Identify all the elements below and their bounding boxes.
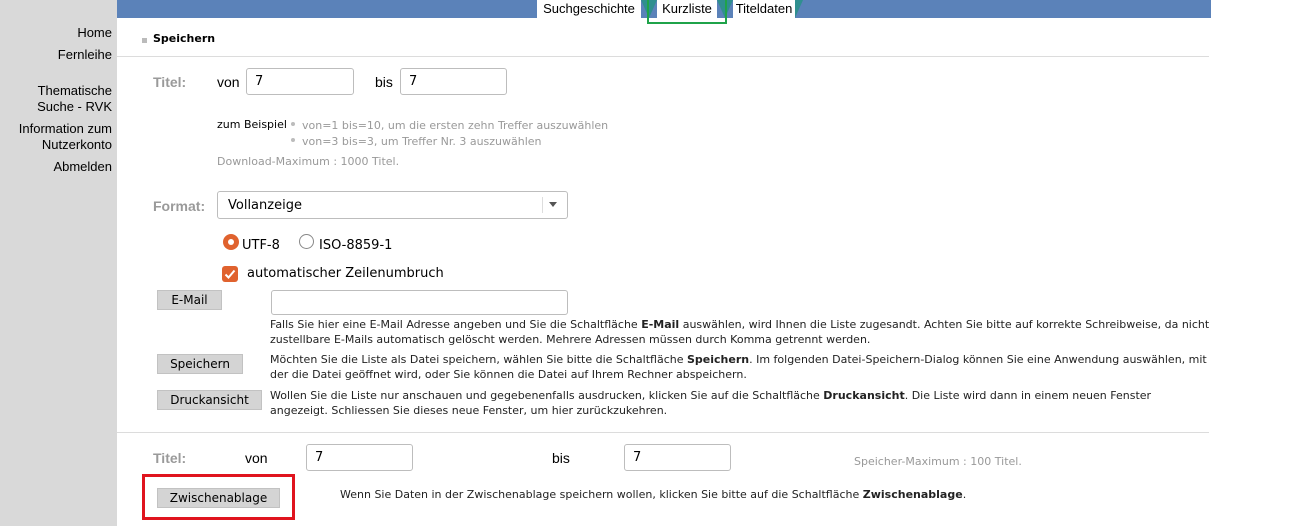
format-selected-value: Vollanzeige (228, 198, 302, 213)
clipboard-desc-text: Wenn Sie Daten in der Zwischenablage spe… (340, 488, 863, 501)
titel-label: Titel: (153, 74, 187, 90)
von-label: von (217, 74, 240, 90)
email-desc-bold: E-Mail (641, 318, 680, 331)
print-preview-button[interactable]: Druckansicht (157, 390, 262, 410)
example-line-2: von=3 bis=3, um Treffer Nr. 3 auszuwähle… (302, 135, 542, 148)
email-input[interactable] (271, 290, 568, 315)
radio-iso-label: ISO-8859-1 (319, 238, 393, 253)
tab-titeldaten[interactable]: Titeldaten (733, 0, 795, 18)
format-label: Format: (153, 198, 206, 214)
bis-input[interactable] (400, 68, 507, 95)
example-label: zum Beispiel (217, 118, 287, 131)
email-button[interactable]: E-Mail (157, 290, 222, 310)
print-desc-bold: Druckansicht (823, 389, 905, 402)
line-wrap-label: automatischer Zeilenumbruch (247, 266, 444, 281)
download-max: Download-Maximum : 1000 Titel. (217, 155, 400, 168)
list-bullet-icon (291, 138, 295, 142)
radio-utf8[interactable] (223, 234, 239, 250)
tab-edge-icon (795, 0, 803, 18)
clipboard-desc-bold: Zwischenablage (862, 488, 963, 501)
divider (117, 56, 1209, 57)
clipboard-desc-text-post: . (962, 488, 967, 501)
section-bullet-icon (142, 38, 147, 43)
active-tab-highlight (647, 0, 727, 24)
clipboard-von-label: von (245, 450, 268, 466)
line-wrap-checkbox[interactable] (222, 266, 238, 282)
example-line-1: von=1 bis=10, um die ersten zehn Treffer… (302, 119, 609, 132)
radio-dot (228, 239, 234, 245)
bis-label: bis (375, 74, 393, 90)
print-desc-text: Wollen Sie die Liste nur anschauen und g… (270, 389, 824, 402)
checkmark-icon (224, 269, 236, 279)
sidebar-item-suche-rvk[interactable]: Suche - RVK (37, 99, 112, 115)
sidebar: Home Fernleihe Thematische Suche - RVK I… (0, 0, 117, 526)
select-divider (542, 197, 543, 213)
clipboard-bis-label: bis (552, 450, 570, 466)
clipboard-max: Speicher-Maximum : 100 Titel. (854, 455, 1022, 468)
save-desc-bold: Speichern (686, 353, 750, 366)
sidebar-item-information[interactable]: Information zum (19, 121, 112, 137)
clipboard-description: Wenn Sie Daten in der Zwischenablage spe… (340, 487, 1280, 502)
tab-suchgeschichte[interactable]: Suchgeschichte (537, 0, 641, 18)
divider (117, 432, 1209, 433)
clipboard-bis-input[interactable] (624, 444, 731, 471)
sidebar-item-abmelden[interactable]: Abmelden (53, 159, 112, 175)
clipboard-highlight (142, 474, 295, 520)
von-input[interactable] (246, 68, 354, 95)
clipboard-titel-label: Titel: (153, 450, 187, 466)
format-select[interactable]: Vollanzeige (217, 191, 568, 219)
save-button[interactable]: Speichern (157, 354, 243, 374)
sidebar-item-home[interactable]: Home (77, 25, 112, 41)
sidebar-item-thematische[interactable]: Thematische (38, 83, 112, 99)
email-description: Falls Sie hier eine E-Mail Adresse angeb… (270, 317, 1210, 347)
radio-iso[interactable] (299, 234, 314, 249)
save-desc-text: Möchten Sie die Liste als Datei speicher… (270, 353, 687, 366)
print-description: Wollen Sie die Liste nur anschauen und g… (270, 388, 1210, 418)
email-desc-text: Falls Sie hier eine E-Mail Adresse angeb… (270, 318, 642, 331)
radio-utf8-label: UTF-8 (242, 238, 280, 253)
sidebar-item-fernleihe[interactable]: Fernleihe (58, 47, 112, 63)
sidebar-item-nutzerkonto[interactable]: Nutzerkonto (42, 137, 112, 153)
list-bullet-icon (291, 122, 295, 126)
chevron-down-icon (549, 202, 557, 207)
section-title: Speichern (153, 32, 216, 45)
clipboard-von-input[interactable] (306, 444, 413, 471)
save-description: Möchten Sie die Liste als Datei speicher… (270, 352, 1210, 382)
